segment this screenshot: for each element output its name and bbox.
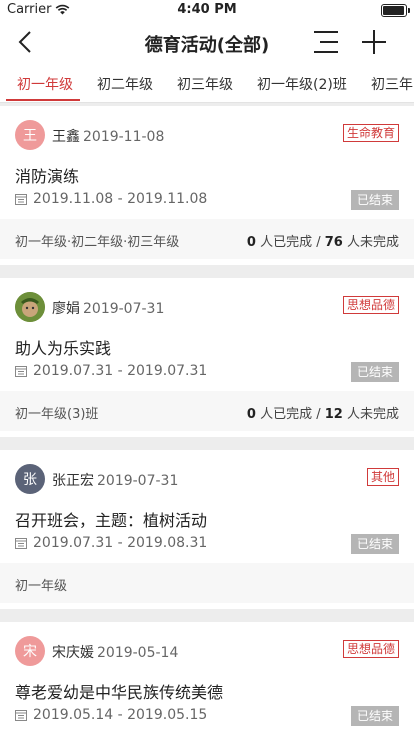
avatar: 王 — [15, 120, 45, 150]
activity-title: 尊老爱幼是中华民族传统美德 — [15, 683, 224, 702]
avatar: 张 — [15, 464, 45, 494]
period-text: 2019.11.08 - 2019.11.08 — [33, 191, 208, 207]
status-bar: Carrier 4:40 PM — [0, 0, 414, 20]
card-footer: 初一年级 — [0, 563, 414, 603]
author-name: 王鑫 — [52, 129, 80, 145]
author-name: 宋庆媛 — [52, 645, 94, 661]
calendar-icon — [15, 710, 27, 721]
activity-period: 2019.07.31 - 2019.08.31 — [15, 535, 207, 551]
post-date: 2019-11-08 — [83, 129, 165, 145]
clock: 4:40 PM — [177, 2, 237, 17]
activity-period: 2019.11.08 - 2019.11.08 — [15, 191, 207, 207]
status-badge: 已结束 — [351, 190, 399, 210]
tab-grade-1-class-2[interactable]: 初一年级(2)班 — [257, 74, 347, 94]
activity-card[interactable]: 张 张正宏 2019-07-31 其他 召开班会，主题：植树活动 2019.07.… — [0, 450, 414, 609]
incomplete-label: 人未完成 — [346, 407, 399, 422]
category-tag: 思想品德 — [342, 640, 399, 658]
target-classes: 初一年级·初二年级·初三年级 — [15, 235, 180, 250]
completed-label: 人已完成 / — [260, 235, 321, 250]
activity-title: 助人为乐实践 — [15, 339, 112, 358]
category-tag: 思想品德 — [342, 296, 399, 314]
author-name: 廖娟 — [52, 301, 80, 317]
status-badge: 已结束 — [351, 534, 399, 554]
battery-icon — [381, 4, 410, 17]
activity-title: 消防演练 — [15, 167, 80, 186]
tab-grade-1[interactable]: 初一年级 — [17, 74, 73, 94]
target-classes: 初一年级(3)班 — [15, 407, 99, 422]
target-classes: 初一年级 — [15, 579, 68, 594]
activity-card[interactable]: 宋 宋庆媛 2019-05-14 思想品德 尊老爱幼是中华民族传统美德 2019.… — [0, 622, 414, 736]
card-footer: 初一年级·初二年级·初三年级 0 人已完成 / 76 人未完成 — [0, 219, 414, 259]
nav-bar: 德育活动(全部) — [0, 20, 414, 64]
tab-grade-3[interactable]: 初三年级 — [177, 74, 233, 94]
post-date: 2019-07-31 — [83, 301, 165, 317]
completed-count: 0 — [246, 407, 256, 422]
incomplete-label: 人未完成 — [346, 235, 399, 250]
incomplete-count: 76 — [324, 235, 343, 250]
activity-period: 2019.07.31 - 2019.07.31 — [15, 363, 207, 379]
incomplete-count: 12 — [324, 407, 343, 422]
activity-card[interactable]: 王 王鑫 2019-11-08 生命教育 消防演练 2019.11.08 - 20… — [0, 106, 414, 265]
post-date: 2019-05-14 — [97, 645, 179, 661]
tab-grade-3-partial[interactable]: 初三年 — [371, 74, 413, 94]
active-tab-indicator — [6, 99, 80, 101]
completion-counts: 0 人已完成 / 12 人未完成 — [247, 403, 399, 422]
activity-period: 2019.05.14 - 2019.05.15 — [15, 707, 207, 723]
category-tag: 生命教育 — [342, 124, 399, 142]
grade-tabs: 初一年级 初二年级 初三年级 初一年级(2)班 初三年 — [0, 64, 414, 103]
period-text: 2019.07.31 - 2019.07.31 — [33, 363, 208, 379]
completed-count: 0 — [246, 235, 256, 250]
card-footer: 初一年级(3)班 0 人已完成 / 12 人未完成 — [0, 391, 414, 431]
author-line: 王鑫 2019-11-08 — [52, 126, 164, 146]
tab-grade-2[interactable]: 初二年级 — [97, 74, 153, 94]
activity-card[interactable]: 廖娟 2019-07-31 思想品德 助人为乐实践 2019.07.31 - 20… — [0, 278, 414, 437]
calendar-icon — [15, 538, 27, 549]
period-text: 2019.05.14 - 2019.05.15 — [33, 707, 208, 723]
calendar-icon — [15, 366, 27, 377]
author-name: 张正宏 — [52, 473, 94, 489]
period-text: 2019.07.31 - 2019.08.31 — [33, 535, 208, 551]
filter-menu-icon[interactable] — [310, 28, 342, 56]
avatar: 宋 — [15, 636, 45, 666]
status-badge: 已结束 — [351, 362, 399, 382]
back-icon[interactable] — [12, 28, 40, 56]
author-line: 廖娟 2019-07-31 — [52, 298, 164, 318]
page-title: 德育活动(全部) — [144, 35, 270, 56]
status-badge: 已结束 — [351, 706, 399, 726]
post-date: 2019-07-31 — [97, 473, 179, 489]
author-line: 张正宏 2019-07-31 — [52, 470, 178, 490]
category-tag: 其他 — [366, 468, 399, 486]
add-icon[interactable] — [360, 28, 388, 56]
completion-counts: 0 人已完成 / 76 人未完成 — [247, 231, 399, 250]
completed-label: 人已完成 / — [260, 407, 321, 422]
activity-title: 召开班会，主题：植树活动 — [15, 511, 208, 530]
calendar-icon — [15, 194, 27, 205]
avatar — [15, 292, 45, 322]
author-line: 宋庆媛 2019-05-14 — [52, 642, 178, 662]
